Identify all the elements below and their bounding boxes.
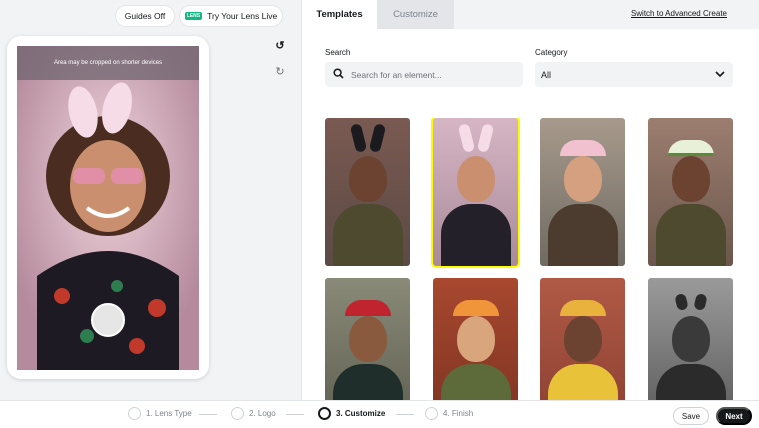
guides-toggle-button[interactable]: Guides Off — [116, 6, 174, 26]
save-button[interactable]: Save — [673, 407, 709, 425]
template-grid — [325, 118, 733, 400]
step-label: 1. Lens Type — [146, 409, 192, 418]
bow-icon — [345, 300, 391, 316]
cat-ears-icon — [674, 284, 708, 314]
flower-crown-icon — [453, 300, 499, 316]
search-input[interactable] — [351, 69, 511, 80]
sparkles-icon — [560, 300, 606, 316]
template-tile-red-bow[interactable] — [325, 278, 410, 400]
template-tile-gold-sparkles[interactable] — [540, 278, 625, 400]
bunny-ears-icon — [457, 123, 495, 154]
bunny-ears-icon — [349, 123, 387, 154]
phone-frame: Area may be cropped on shorter devices — [7, 36, 209, 379]
preview-pane: Guides Off LENS Try Your Lens Live Area … — [0, 0, 301, 400]
tab-templates[interactable]: Templates — [302, 0, 377, 29]
crop-notice: Area may be cropped on shorter devices — [17, 46, 199, 80]
chevron-down-icon — [715, 70, 725, 80]
search-label: Search — [325, 48, 351, 57]
next-button[interactable]: Next — [716, 407, 752, 425]
category-select[interactable]: All — [535, 62, 733, 87]
step-logo[interactable]: 2. Logo — [231, 407, 276, 420]
step-label: 3. Customize — [336, 409, 386, 418]
flower-crown-icon — [560, 140, 606, 156]
step-circle-icon — [318, 407, 331, 420]
template-tile-pink-flower-crown[interactable] — [540, 118, 625, 266]
reset-icon[interactable]: ↺ — [272, 37, 288, 53]
flower-crown-icon — [668, 140, 714, 156]
step-customize[interactable]: 3. Customize — [318, 407, 385, 420]
step-label: 2. Logo — [249, 409, 276, 418]
step-connector — [199, 414, 217, 415]
switch-advanced-link[interactable]: Switch to Advanced Create — [631, 9, 727, 18]
lens-badge-icon: LENS — [184, 12, 203, 20]
step-label: 4. Finish — [443, 409, 474, 418]
step-connector — [286, 414, 304, 415]
try-lens-live-label: Try Your Lens Live — [207, 11, 278, 21]
template-tile-white-flower-crown[interactable] — [648, 118, 733, 266]
template-tile-pink-bunny-ears[interactable] — [433, 118, 518, 266]
step-lens-type[interactable]: 1. Lens Type — [128, 407, 192, 420]
wizard-footer: 1. Lens Type 2. Logo 3. Customize 4. Fin… — [0, 400, 759, 428]
refresh-icon[interactable]: ↻ — [272, 63, 288, 79]
step-circle-icon — [231, 407, 244, 420]
category-selected-value: All — [541, 69, 552, 80]
step-circle-icon — [425, 407, 438, 420]
guides-toggle-label: Guides Off — [124, 11, 166, 21]
template-tile-cat-ears[interactable] — [648, 278, 733, 400]
step-circle-icon — [128, 407, 141, 420]
tab-bar: Templates Customize Switch to Advanced C… — [302, 0, 759, 29]
step-finish[interactable]: 4. Finish — [425, 407, 473, 420]
try-lens-live-button[interactable]: LENS Try Your Lens Live — [180, 6, 282, 26]
template-tile-black-bunny-ears[interactable] — [325, 118, 410, 266]
template-panel: Templates Customize Switch to Advanced C… — [301, 0, 759, 400]
step-connector — [396, 414, 414, 415]
capture-button[interactable] — [91, 303, 125, 337]
category-label: Category — [535, 48, 568, 57]
search-icon — [333, 67, 344, 82]
template-tile-orange-flower-crown[interactable] — [433, 278, 518, 400]
lens-preview-screen: Area may be cropped on shorter devices — [17, 46, 199, 370]
search-field[interactable] — [325, 62, 523, 87]
tab-customize[interactable]: Customize — [377, 0, 454, 29]
